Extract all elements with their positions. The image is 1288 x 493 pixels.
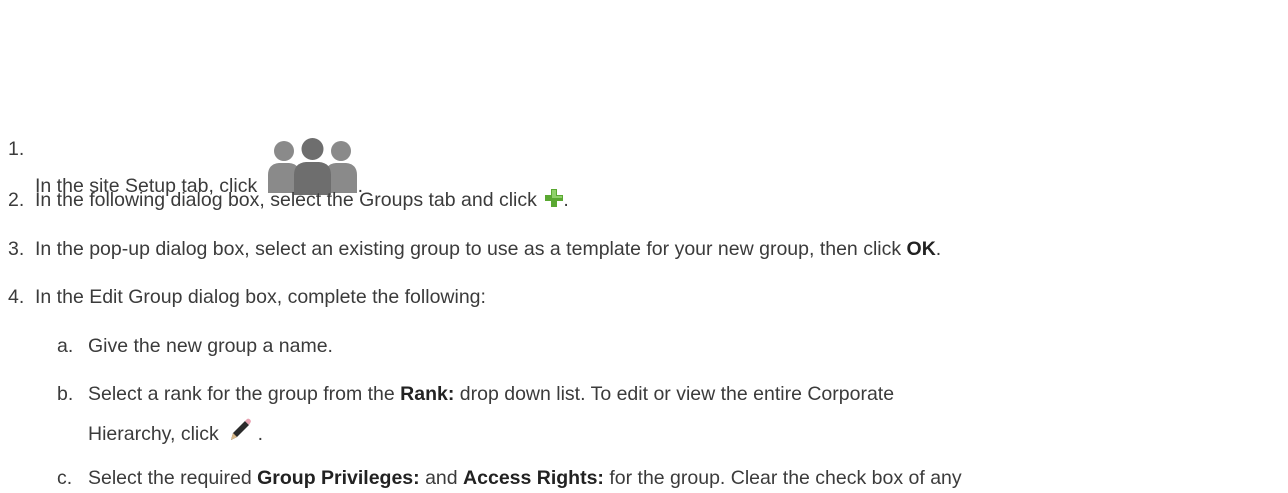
step-number: 2. — [8, 189, 25, 211]
users-group-icon — [267, 138, 357, 195]
substep-text: Select the required Group Privileges: an… — [88, 467, 962, 489]
step-number: 4. — [8, 286, 25, 308]
group-privileges-label: Group Privileges: — [257, 467, 420, 489]
pencil-edit-icon — [231, 418, 252, 440]
document-page: { "steps": [ {"num": "1.", "before": "In… — [0, 0, 1288, 493]
ok-label: OK — [906, 238, 936, 260]
step-text: In the pop-up dialog box, select an exis… — [35, 238, 942, 260]
step-number: 1. — [8, 138, 25, 160]
step-number: 3. — [8, 238, 25, 260]
access-rights-label: Access Rights: — [463, 467, 604, 489]
substep-text: Give the new group a name. — [88, 335, 333, 357]
rank-label: Rank: — [400, 383, 455, 405]
substep-letter: c. — [57, 467, 73, 489]
substep-text: Select a rank for the group from the Ran… — [88, 383, 895, 405]
substep-letter: b. — [57, 383, 74, 405]
substep-letter: a. — [57, 335, 74, 357]
step-text: In the Edit Group dialog box, complete t… — [35, 286, 486, 308]
step-text: In the following dialog box, select the … — [35, 189, 569, 211]
add-plus-icon — [545, 189, 564, 207]
